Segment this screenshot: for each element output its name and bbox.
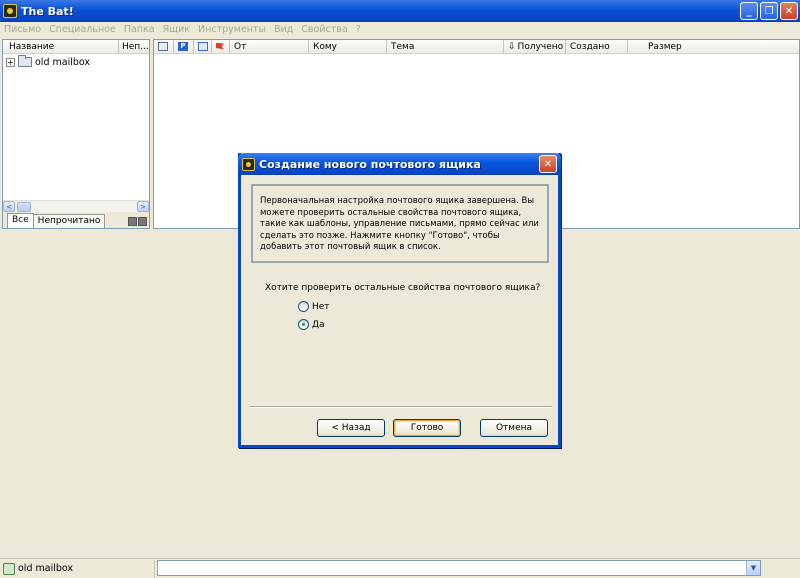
radio-yes-label: Да: [312, 319, 325, 330]
folder-icon: [18, 55, 32, 67]
column-status[interactable]: [154, 40, 174, 53]
cancel-button[interactable]: Отмена: [480, 419, 548, 437]
menu-properties[interactable]: Свойства: [297, 24, 351, 35]
folder-tabs: Все Непрочитано: [3, 212, 149, 228]
column-name[interactable]: Название: [3, 40, 119, 53]
chevron-down-icon[interactable]: ▼: [746, 561, 760, 575]
column-received-label: Получено: [517, 41, 564, 52]
dialog-info-box: Первоначальная настройка почтового ящика…: [251, 184, 549, 263]
dialog-title: Создание нового почтового ящика: [259, 157, 481, 171]
finish-button[interactable]: Готово: [393, 419, 461, 437]
menu-bar: Письмо Специальное Папка Ящик Инструмент…: [0, 22, 800, 37]
tab-prev-icon[interactable]: [128, 217, 137, 226]
radio-yes[interactable]: Да: [298, 319, 325, 330]
sort-arrow-icon: ⇩: [508, 41, 516, 52]
status-bar: old mailbox ▼: [0, 558, 800, 578]
radio-no-circle[interactable]: [298, 301, 309, 312]
app-title-bar: The Bat! _ ❐ ✕: [0, 0, 800, 22]
dialog-separator: [249, 406, 552, 408]
column-received[interactable]: ⇩ Получено: [504, 40, 566, 53]
dialog-title-bar: Создание нового почтового ящика ✕: [238, 153, 561, 175]
priority-icon: P: [178, 42, 188, 51]
folder-horizontal-scrollbar[interactable]: < >: [3, 200, 149, 212]
column-attachment[interactable]: [194, 40, 212, 53]
radio-yes-circle[interactable]: [298, 319, 309, 330]
scroll-right-button[interactable]: >: [137, 201, 149, 212]
scroll-thumb[interactable]: [17, 201, 31, 212]
folder-label: old mailbox: [35, 56, 91, 68]
maximize-button[interactable]: ❐: [760, 2, 778, 20]
radio-no-label: Нет: [312, 301, 330, 312]
back-button[interactable]: < Назад: [317, 419, 385, 437]
menu-letter[interactable]: Письмо: [0, 24, 45, 35]
column-priority[interactable]: P: [174, 40, 194, 53]
tab-unread[interactable]: Непрочитано: [32, 214, 106, 228]
close-button[interactable]: ✕: [780, 2, 798, 20]
bat-app-icon: [3, 4, 17, 18]
menu-folder[interactable]: Папка: [120, 24, 159, 35]
message-column-header: P От Кому Тема ⇩ Получено Создано Размер: [154, 40, 799, 54]
column-subject[interactable]: Тема: [387, 40, 504, 53]
column-created[interactable]: Создано: [566, 40, 628, 53]
attachment-icon: [198, 42, 208, 51]
column-unread[interactable]: Неп...: [119, 40, 149, 53]
tab-navigation: [128, 217, 147, 226]
column-to[interactable]: Кому: [309, 40, 387, 53]
expand-icon[interactable]: +: [6, 57, 15, 67]
envelope-icon: [158, 42, 168, 51]
status-mailbox: old mailbox: [0, 559, 155, 578]
column-size[interactable]: Размер: [628, 40, 799, 53]
dialog-close-button[interactable]: ✕: [539, 155, 557, 173]
folder-item-old-mailbox[interactable]: + old mailbox: [3, 55, 149, 69]
tab-all[interactable]: Все: [7, 213, 34, 228]
minimize-button[interactable]: _: [740, 2, 758, 20]
menu-mailbox[interactable]: Ящик: [159, 24, 194, 35]
menu-special[interactable]: Специальное: [45, 24, 120, 35]
folder-column-header: Название Неп...: [3, 40, 149, 54]
new-mailbox-dialog: Создание нового почтового ящика ✕ Первон…: [238, 153, 561, 448]
bat-app-icon: [242, 157, 255, 171]
tab-next-icon[interactable]: [138, 217, 147, 226]
column-flag[interactable]: [212, 40, 230, 53]
status-combo[interactable]: ▼: [157, 560, 761, 576]
scroll-left-button[interactable]: <: [3, 201, 15, 212]
folder-tree-pane: Название Неп... + old mailbox < > Все Не…: [2, 39, 150, 229]
status-mailbox-label: old mailbox: [18, 563, 74, 574]
menu-help[interactable]: ?: [352, 24, 365, 35]
menu-view[interactable]: Вид: [270, 24, 297, 35]
dialog-question: Хотите проверить остальные свойства почт…: [265, 283, 541, 293]
app-title: The Bat!: [21, 4, 74, 18]
radio-no[interactable]: Нет: [298, 301, 330, 312]
menu-tools[interactable]: Инструменты: [194, 24, 270, 35]
flag-icon: [216, 42, 224, 50]
window-controls: _ ❐ ✕: [740, 2, 798, 20]
column-from[interactable]: От: [230, 40, 309, 53]
mailbox-status-icon: [3, 562, 15, 575]
